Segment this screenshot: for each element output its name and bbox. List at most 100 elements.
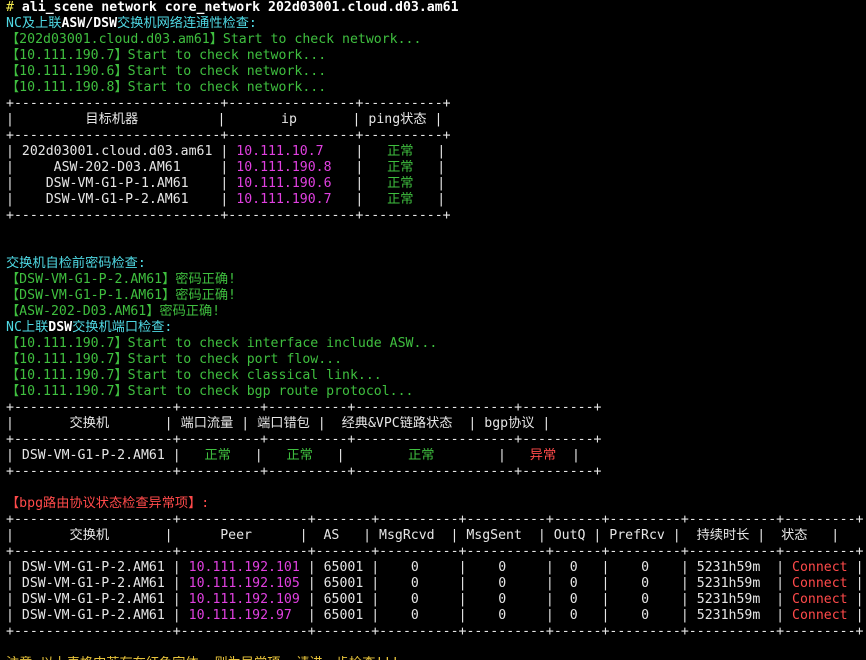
terminal-text-segment: | 目标机器 | ip | ping状态 | (6, 112, 443, 127)
terminal-text-segment: 注意:以上表格中若存在红色字体, 则为异常项, 请进一步检查!!! (6, 656, 399, 660)
terminal-text-segment: | DSW-VM-G1-P-2.AM61 | (6, 448, 205, 463)
terminal-text-segment: | 202d03001.cloud.d03.am61 | (6, 144, 237, 159)
terminal-text-segment: | (847, 576, 864, 591)
terminal-line: | DSW-VM-G1-P-2.AM61 | 10.111.192.97 | 6… (6, 608, 866, 624)
terminal-line: 【DSW-VM-G1-P-2.AM61】密码正确! (6, 272, 866, 288)
terminal-line: | DSW-VM-G1-P-2.AM61 | 10.111.192.105 | … (6, 576, 866, 592)
terminal-text-segment: +--------------------+----------------+-… (6, 512, 864, 527)
terminal-line: 【10.111.190.8】Start to check network... (6, 80, 866, 96)
terminal-line: +--------------------+----------------+-… (6, 512, 866, 528)
terminal-text-segment: 交换机端口检查: (72, 320, 173, 335)
terminal-line: 【10.111.190.7】Start to check bgp route p… (6, 384, 866, 400)
terminal-text-segment: 【10.111.190.7】Start to check bgp route p… (6, 384, 414, 399)
terminal-text-segment: 10.111.10.7 (236, 144, 324, 159)
terminal-text-segment: | 65001 | 0 | 0 | 0 | 0 | 5231h59m | (291, 608, 793, 623)
terminal-text-segment: 【ASW-202-D03.AM61】密码正确! (6, 304, 221, 319)
terminal-text-segment: | 65001 | 0 | 0 | 0 | 0 | 5231h59m | (299, 576, 793, 591)
terminal-text-segment: | ASW-202-D03.AM61 | (6, 160, 237, 175)
terminal-text-segment: 【DSW-VM-G1-P-1.AM61】密码正确! (6, 288, 236, 303)
terminal-text-segment: 【DSW-VM-G1-P-2.AM61】密码正确! (6, 272, 236, 287)
terminal-text-segment: | DSW-VM-G1-P-2.AM61 | (6, 560, 189, 575)
terminal-line: | ASW-202-D03.AM61 | 10.111.190.8 | 正常 | (6, 160, 866, 176)
terminal-text-segment: 【10.111.190.6】Start to check network... (6, 64, 327, 79)
terminal-text-segment: 10.111.192.97 (188, 608, 292, 623)
terminal-text-segment: +--------------------+----------+-------… (6, 432, 602, 447)
terminal-line: 【bpg路由协议状态检查异常项】: (6, 496, 866, 512)
terminal-text-segment: | 交换机 | Peer | AS | MsgRcvd | MsgSent | … (6, 528, 840, 543)
terminal-line: | 202d03001.cloud.d03.am61 | 10.111.10.7… (6, 144, 866, 160)
terminal-window[interactable]: # ali_scene network core_network 202d030… (0, 0, 866, 660)
terminal-text-segment: +--------------------+----------------+-… (6, 544, 864, 559)
terminal-text-segment: 正常 (387, 176, 414, 191)
terminal-line: | 交换机 | Peer | AS | MsgRcvd | MsgSent | … (6, 528, 866, 544)
terminal-line: 【10.111.190.6】Start to check network... (6, 64, 866, 80)
terminal-text-segment: # (6, 0, 22, 15)
terminal-text-segment: 【202d03001.cloud.d03.am61】Start to check… (6, 32, 422, 47)
terminal-text-segment: +--------------------------+------------… (6, 208, 451, 223)
terminal-line: 注意:以上表格中若存在红色字体, 则为异常项, 请进一步检查!!! (6, 656, 866, 660)
terminal-text-segment: | (434, 448, 530, 463)
terminal-line: 【ASW-202-D03.AM61】密码正确! (6, 304, 866, 320)
terminal-text-segment: +--------------------------+------------… (6, 128, 451, 143)
terminal-text-segment: 【10.111.190.7】Start to check interface i… (6, 336, 438, 351)
terminal-text-segment: 正常 (387, 144, 414, 159)
terminal-text-segment: Connect (792, 560, 848, 575)
terminal-text-segment: | (413, 160, 446, 175)
terminal-line: 【202d03001.cloud.d03.am61】Start to check… (6, 32, 866, 48)
terminal-text-segment: Connect (792, 592, 848, 607)
terminal-line: | 交换机 | 端口流量 | 端口错包 | 经典&VPC链路状态 | bgp协议… (6, 416, 866, 432)
terminal-text-segment: Connect (792, 608, 848, 623)
terminal-text-segment: 10.111.192.109 (188, 592, 300, 607)
terminal-line: | DSW-VM-G1-P-1.AM61 | 10.111.190.6 | 正常… (6, 176, 866, 192)
terminal-line: +--------------------------+------------… (6, 208, 866, 224)
terminal-text-segment: +--------------------+----------+-------… (6, 464, 602, 479)
terminal-line: | DSW-VM-G1-P-2.AM61 | 10.111.192.101 | … (6, 560, 866, 576)
terminal-text-segment: | DSW-VM-G1-P-2.AM61 | (6, 576, 189, 591)
terminal-line: +--------------------------+------------… (6, 96, 866, 112)
terminal-text-segment: 正常 (286, 448, 313, 463)
terminal-text-segment: 【10.111.190.7】Start to check network... (6, 48, 327, 63)
terminal-text-segment: | DSW-VM-G1-P-2.AM61 | (6, 192, 237, 207)
terminal-text-segment: 异常 (529, 448, 557, 463)
terminal-line: 【DSW-VM-G1-P-1.AM61】密码正确! (6, 288, 866, 304)
terminal-line: | DSW-VM-G1-P-2.AM61 | 正常 | 正常 | 正常 | 异常… (6, 448, 866, 464)
terminal-line: | 目标机器 | ip | ping状态 | (6, 112, 866, 128)
terminal-line: 交换机自检前密码检查: (6, 256, 866, 272)
terminal-text-segment: +--------------------+----------+-------… (6, 400, 602, 415)
terminal-text-segment: 10.111.190.7 (236, 192, 332, 207)
terminal-text-segment: | (312, 448, 409, 463)
terminal-text-segment: | (413, 192, 446, 207)
terminal-text-segment: 10.111.192.101 (188, 560, 300, 575)
terminal-line: 【10.111.190.7】Start to check port flow..… (6, 352, 866, 368)
terminal-text-segment: 正常 (408, 448, 435, 463)
terminal-text-segment: | DSW-VM-G1-P-1.AM61 | (6, 176, 237, 191)
terminal-line: 【10.111.190.7】Start to check interface i… (6, 336, 866, 352)
terminal-text-segment: | (847, 608, 864, 623)
terminal-text-segment: 【10.111.190.7】Start to check classical l… (6, 368, 382, 383)
terminal-text-segment: | (331, 176, 388, 191)
terminal-text-segment: | (230, 448, 287, 463)
terminal-text-segment: | (413, 176, 446, 191)
terminal-line: +--------------------+----------------+-… (6, 624, 866, 640)
terminal-line: | DSW-VM-G1-P-2.AM61 | 10.111.192.109 | … (6, 592, 866, 608)
terminal-text-segment: 【10.111.190.8】Start to check network... (6, 80, 327, 95)
terminal-line: 【10.111.190.7】Start to check network... (6, 48, 866, 64)
terminal-text-segment: ali_scene network core_network 202d03001… (21, 0, 459, 15)
terminal-text-segment: 交换机自检前密码检查: (6, 256, 146, 271)
terminal-text-segment: | 65001 | 0 | 0 | 0 | 0 | 5231h59m | (299, 560, 793, 575)
terminal-text-segment: 正常 (387, 160, 414, 175)
terminal-text-segment: NC及上联 (6, 16, 62, 31)
terminal-line: +--------------------+----------+-------… (6, 464, 866, 480)
terminal-text-segment: | DSW-VM-G1-P-2.AM61 | (6, 608, 189, 623)
terminal-text-segment: | (331, 192, 388, 207)
terminal-text-segment: 10.111.190.6 (236, 176, 332, 191)
terminal-line: | DSW-VM-G1-P-2.AM61 | 10.111.190.7 | 正常… (6, 192, 866, 208)
terminal-line: 【10.111.190.7】Start to check classical l… (6, 368, 866, 384)
terminal-text-segment: +--------------------------+------------… (6, 96, 451, 111)
terminal-text-segment: 【bpg路由协议状态检查异常项】: (6, 496, 210, 511)
terminal-text-segment: | (847, 592, 864, 607)
